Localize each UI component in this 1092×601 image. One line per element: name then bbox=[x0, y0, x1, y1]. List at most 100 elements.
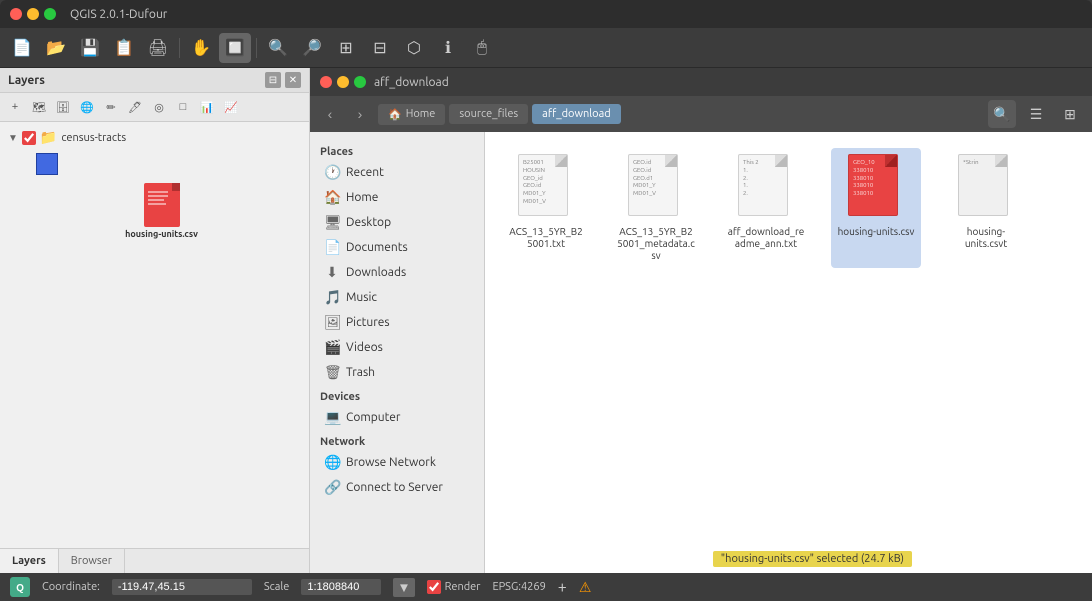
sidebar-item-downloads[interactable]: ⬇ Downloads bbox=[314, 260, 480, 285]
open-attribute-button[interactable]: 📊 bbox=[196, 96, 218, 118]
sidebar-item-videos[interactable]: 🎬 Videos bbox=[314, 335, 480, 360]
sidebar-item-home[interactable]: 🏠 Home bbox=[314, 185, 480, 210]
browser-body: Places 🕐 Recent 🏠 Home 🖥 Desktop 📄 bbox=[310, 132, 1092, 573]
layers-tab[interactable]: Layers bbox=[0, 549, 59, 573]
file-item-txt1[interactable]: B25001HOUSINGEO_idGEO.idMD01_YMD01_V ACS… bbox=[501, 148, 591, 268]
sidebar-item-pictures[interactable]: 🖼 Pictures bbox=[314, 310, 480, 335]
sidebar-downloads-label: Downloads bbox=[346, 266, 406, 279]
sidebar-item-desktop[interactable]: 🖥 Desktop bbox=[314, 210, 480, 235]
edit-button[interactable]: 🖊 bbox=[124, 96, 146, 118]
file-icon-readme: This 21.2.1.2. bbox=[738, 154, 794, 222]
layer-expand-icon[interactable]: ▼ bbox=[8, 132, 18, 144]
file-item-readme[interactable]: This 21.2.1.2. aff_download_readme_ann.t… bbox=[721, 148, 811, 268]
trash-icon: 🗑 bbox=[324, 364, 340, 381]
add-wms-button[interactable]: 🌐 bbox=[76, 96, 98, 118]
main-content: Layers ⊟ ✕ + 🗺 🗄 🌐 ✏ 🖊 ◎ □ 📊 bbox=[0, 68, 1092, 573]
file-corner-housing-csvt bbox=[995, 155, 1007, 167]
file-name-txt1: ACS_13_5YR_B25001.txt bbox=[507, 226, 585, 250]
sidebar-item-computer[interactable]: 💻 Computer bbox=[314, 405, 480, 430]
browser-maximize-button[interactable] bbox=[354, 76, 366, 88]
layers-content: ▼ 📁 census-tracts bbox=[0, 122, 309, 548]
sidebar-item-connect-server[interactable]: 🔗 Connect to Server bbox=[314, 475, 480, 500]
browser-tab[interactable]: Browser bbox=[59, 549, 125, 573]
breadcrumb-source-files[interactable]: source_files bbox=[449, 104, 528, 124]
csv-layer-label: housing-units.csv bbox=[125, 229, 198, 239]
sidebar-trash-label: Trash bbox=[346, 366, 375, 379]
file-corner-meta bbox=[665, 155, 677, 167]
breadcrumb-home[interactable]: 🏠 Home bbox=[378, 104, 445, 125]
back-button[interactable]: ‹ bbox=[318, 102, 342, 126]
sidebar-recent-label: Recent bbox=[346, 166, 384, 179]
scale-input[interactable] bbox=[301, 579, 381, 595]
file-item-housing-csv[interactable]: GEO_10338010338010338010338010 housing-u… bbox=[831, 148, 921, 268]
coordinate-input[interactable] bbox=[112, 579, 252, 595]
select-button[interactable]: 🔲 bbox=[219, 33, 251, 63]
search-button[interactable]: 🔍 bbox=[988, 100, 1016, 128]
file-body-housing-csv: GEO_10338010338010338010338010 bbox=[848, 154, 898, 216]
file-item-meta[interactable]: GEO.idGEO.idGEO.d1MD01_YMD01_V ACS_13_5Y… bbox=[611, 148, 701, 268]
csv-line bbox=[148, 191, 168, 193]
layer-color-indicator bbox=[36, 153, 58, 175]
minimize-button[interactable] bbox=[27, 8, 39, 20]
layer-name: census-tracts bbox=[61, 132, 126, 144]
zoom-layer-button[interactable]: ⊟ bbox=[364, 33, 396, 63]
sidebar-item-browse-network[interactable]: 🌐 Browse Network bbox=[314, 450, 480, 475]
sidebar-item-documents[interactable]: 📄 Documents bbox=[314, 235, 480, 260]
zoom-in-button[interactable]: 🔍 bbox=[262, 33, 294, 63]
save-button[interactable]: 💾 bbox=[74, 33, 106, 63]
file-body-meta: GEO.idGEO.idGEO.d1MD01_YMD01_V bbox=[628, 154, 678, 216]
file-body-txt1: B25001HOUSINGEO_idGEO.idMD01_YMD01_V bbox=[518, 154, 568, 216]
close-button[interactable] bbox=[10, 8, 22, 20]
forward-button[interactable]: › bbox=[348, 102, 372, 126]
new-file-button[interactable]: 📄 bbox=[6, 33, 38, 63]
add-vector-layer-button[interactable]: + bbox=[4, 96, 26, 118]
sidebar-item-recent[interactable]: 🕐 Recent bbox=[314, 160, 480, 185]
add-db-layer-button[interactable]: 🗄 bbox=[52, 96, 74, 118]
identify-button[interactable]: ℹ bbox=[432, 33, 464, 63]
breadcrumb-aff-download[interactable]: aff_download bbox=[532, 104, 621, 124]
zoom-out-button[interactable]: 🔎 bbox=[296, 33, 328, 63]
scale-dropdown-button[interactable]: ▼ bbox=[393, 578, 414, 597]
file-corner-txt1 bbox=[555, 155, 567, 167]
warning-icon[interactable]: ⚠ bbox=[579, 579, 592, 596]
add-crs-button[interactable]: + bbox=[558, 578, 567, 596]
menu-button[interactable]: ☰ bbox=[1022, 100, 1050, 128]
browser-close-button[interactable] bbox=[320, 76, 332, 88]
digitize-button[interactable]: ✏ bbox=[100, 96, 122, 118]
select-features-button[interactable]: 🖱 bbox=[466, 33, 498, 63]
main-toolbar: 📄 📂 💾 📋 🖨 ✋ 🔲 🔍 🔎 ⊞ ⊟ ⬡ ℹ 🖱 bbox=[0, 28, 1092, 68]
maximize-button[interactable] bbox=[44, 8, 56, 20]
files-area: B25001HOUSINGEO_idGEO.idMD01_YMD01_V ACS… bbox=[485, 132, 1092, 573]
layer-item[interactable]: ▼ 📁 census-tracts bbox=[4, 126, 305, 149]
sidebar-documents-label: Documents bbox=[346, 241, 408, 254]
browser-minimize-button[interactable] bbox=[337, 76, 349, 88]
toolbar-sep-1 bbox=[179, 38, 180, 58]
print-button[interactable]: 🖨 bbox=[142, 33, 174, 63]
open-button[interactable]: 📂 bbox=[40, 33, 72, 63]
render-checkbox[interactable] bbox=[427, 580, 441, 594]
layer-sublayer bbox=[24, 153, 305, 175]
zoom-selection-button[interactable]: ⬡ bbox=[398, 33, 430, 63]
breadcrumb-aff-label: aff_download bbox=[542, 108, 611, 120]
browser-title: aff_download bbox=[374, 76, 449, 89]
layer-visibility-checkbox[interactable] bbox=[22, 131, 36, 145]
app-title: QGIS 2.0.1-Dufour bbox=[70, 8, 167, 21]
csv-layer-item[interactable]: housing-units.csv bbox=[18, 183, 305, 239]
add-raster-layer-button[interactable]: 🗺 bbox=[28, 96, 50, 118]
save-as-button[interactable]: 📋 bbox=[108, 33, 140, 63]
file-name-housing-csvt: housing-units.csvt bbox=[947, 226, 1025, 250]
toolbar-sep-2 bbox=[256, 38, 257, 58]
layers-collapse-button[interactable]: ⊟ bbox=[265, 72, 281, 88]
file-item-housing-csvt[interactable]: *Strin housing-units.csvt bbox=[941, 148, 1031, 268]
render-label: Render bbox=[445, 581, 481, 593]
grid-view-button[interactable]: ⊞ bbox=[1056, 100, 1084, 128]
sidebar-item-trash[interactable]: 🗑 Trash bbox=[314, 360, 480, 385]
sidebar-item-music[interactable]: 🎵 Music bbox=[314, 285, 480, 310]
pan-button[interactable]: ✋ bbox=[185, 33, 217, 63]
stats-button[interactable]: 📈 bbox=[220, 96, 242, 118]
layers-close-button[interactable]: ✕ bbox=[285, 72, 301, 88]
zoom-full-button[interactable]: ⊞ bbox=[330, 33, 362, 63]
devices-section-title: Devices bbox=[310, 385, 484, 405]
deselect-button[interactable]: □ bbox=[172, 96, 194, 118]
select-tool-button[interactable]: ◎ bbox=[148, 96, 170, 118]
